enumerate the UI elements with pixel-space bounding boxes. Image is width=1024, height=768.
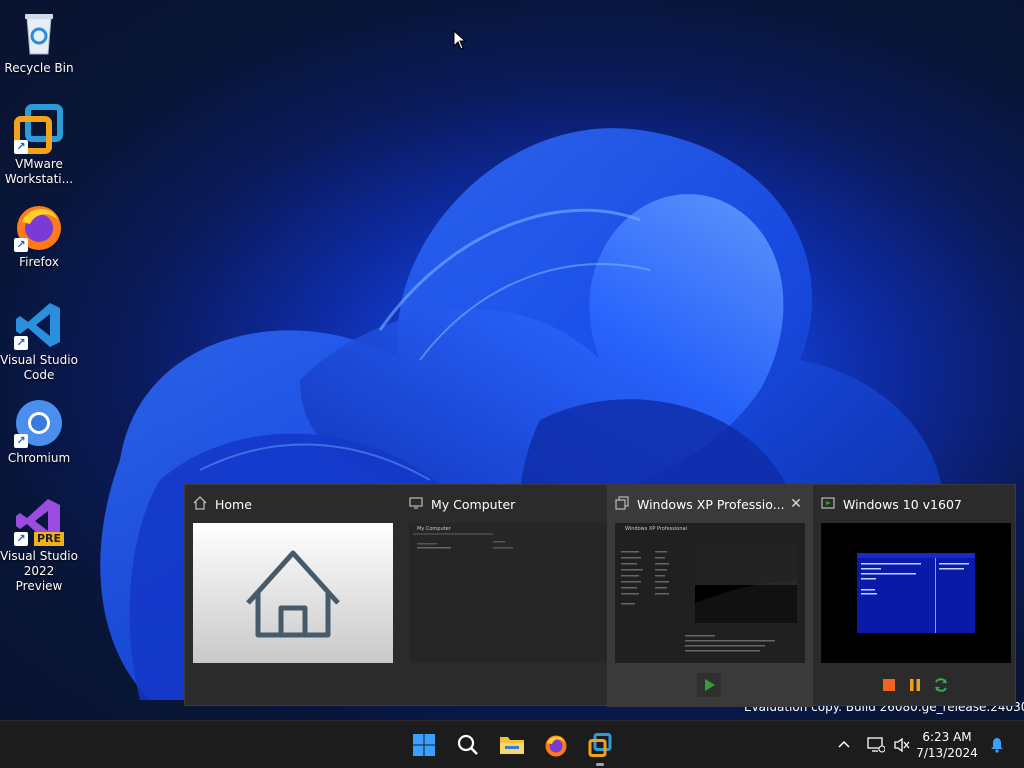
desktop-icon-recycle-bin[interactable]: Recycle Bin — [0, 8, 78, 76]
shortcut-arrow-icon: ↗ — [14, 434, 28, 448]
desktop-icon-label: Chromium — [7, 451, 71, 465]
clock-time: 6:23 AM — [922, 730, 972, 744]
desktop-icon-firefox[interactable]: ↗ Firefox — [0, 202, 78, 270]
tab-card-title: My Computer — [431, 496, 516, 512]
tab-switcher-popup: Home My Computer My Computer Windows XP … — [184, 484, 1019, 707]
bell-icon — [991, 738, 1003, 753]
desktop-icon-vs-preview[interactable]: PRE ↗ Visual Studio 2022 Preview — [0, 496, 78, 594]
file-explorer-button[interactable] — [496, 729, 528, 761]
firefox-taskbar-button[interactable] — [540, 729, 572, 761]
tab-card-title: Home — [215, 496, 252, 512]
network-status-button[interactable] — [864, 721, 888, 768]
volume-button[interactable] — [890, 721, 914, 768]
windows-10-thumbnail — [821, 523, 1011, 663]
desktop-icon-vmware[interactable]: ↗ VMware Workstati... — [0, 104, 78, 187]
vm-running-icon — [821, 495, 835, 514]
vmware-icon: ↗ — [14, 104, 64, 154]
recycle-bin-icon — [14, 8, 64, 58]
monitor-icon — [409, 495, 423, 514]
chromium-icon: ↗ — [14, 398, 64, 448]
my-computer-thumbnail: My Computer — [409, 523, 609, 663]
preview-badge: PRE — [33, 532, 64, 546]
vscode-icon: ↗ — [14, 300, 64, 350]
stop-vm-button[interactable] — [877, 673, 901, 697]
firefox-icon: ↗ — [14, 202, 64, 252]
volume-muted-icon — [894, 737, 910, 753]
tab-card-title: Windows 10 v1607 — [843, 496, 962, 512]
mouse-cursor-icon — [453, 29, 467, 54]
desktop-icon-chromium[interactable]: ↗ Chromium — [0, 398, 78, 466]
shortcut-arrow-icon: ↗ — [14, 336, 28, 350]
shortcut-arrow-icon: ↗ — [14, 238, 28, 252]
clock-date: 7/13/2024 — [916, 746, 978, 760]
desktop-icon-label: Recycle Bin — [4, 61, 74, 75]
windows-logo-icon — [413, 734, 435, 756]
show-hidden-icons-button[interactable] — [832, 721, 856, 768]
search-button[interactable] — [452, 729, 484, 761]
restart-vm-button[interactable] — [929, 673, 953, 697]
play-vm-button[interactable] — [697, 673, 721, 697]
home-icon — [193, 495, 207, 514]
shortcut-arrow-icon: ↗ — [14, 532, 28, 546]
vmware-taskbar-button[interactable] — [584, 729, 616, 761]
tab-card-home[interactable]: Home — [185, 485, 393, 707]
vmware-icon — [588, 733, 612, 757]
desktop-icon-vscode[interactable]: ↗ Visual Studio Code — [0, 300, 78, 383]
close-tab-button[interactable]: ✕ — [787, 495, 805, 513]
desktop-icon-label: VMware Workstati... — [4, 157, 74, 186]
desktop-icon-label: Visual Studio 2022 Preview — [0, 549, 78, 593]
pause-vm-button[interactable] — [903, 673, 927, 697]
start-button[interactable] — [408, 729, 440, 761]
search-icon — [457, 734, 478, 755]
firefox-icon — [545, 735, 567, 757]
desktop-icon-label: Firefox — [19, 255, 59, 269]
network-icon — [867, 737, 885, 753]
desktop-icon-label: Visual Studio Code — [0, 353, 78, 382]
tab-card-windows-10[interactable]: Windows 10 v1607 — [813, 485, 1019, 707]
home-thumbnail — [193, 523, 393, 663]
shortcut-arrow-icon: ↗ — [14, 140, 28, 154]
tab-card-windows-xp[interactable]: Windows XP Professio... ✕ Windows XP Pro… — [607, 485, 813, 707]
active-app-indicator — [596, 763, 604, 766]
chevron-up-icon — [838, 740, 850, 748]
system-clock[interactable]: 6:23 AM 7/13/2024 — [912, 729, 982, 761]
tab-card-title: Windows XP Professio... — [637, 496, 785, 512]
vm-icon — [615, 495, 629, 514]
windows-xp-thumbnail: Windows XP Professional — [615, 523, 805, 663]
visual-studio-preview-icon: PRE ↗ — [14, 496, 64, 546]
taskbar: 6:23 AM 7/13/2024 — [0, 720, 1024, 768]
folder-icon — [500, 737, 524, 754]
tab-card-my-computer[interactable]: My Computer My Computer — [401, 485, 609, 707]
notifications-button[interactable] — [986, 721, 1008, 768]
